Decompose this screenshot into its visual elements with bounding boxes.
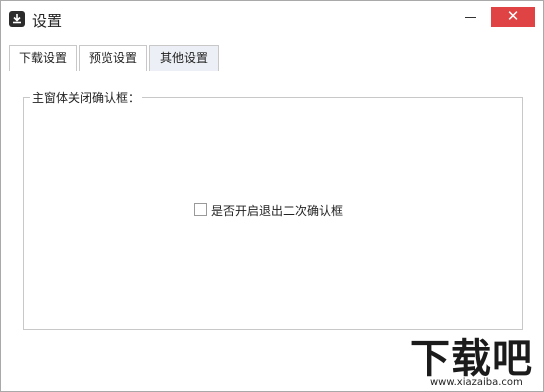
- title-bar: 设置 ✕: [1, 1, 543, 37]
- watermark-text: 下载吧: [410, 336, 533, 382]
- close-icon: ✕: [506, 8, 520, 25]
- exit-confirm-label[interactable]: 是否开启退出二次确认框: [211, 202, 343, 219]
- tab-preview-settings[interactable]: 预览设置: [79, 45, 147, 71]
- watermark-logo: 下载吧 www.xiazaiba.com: [410, 332, 538, 388]
- window-title: 设置: [32, 13, 63, 30]
- tab-other-settings[interactable]: 其他设置: [149, 45, 219, 71]
- tab-download-settings[interactable]: 下载设置: [9, 45, 77, 71]
- watermark-url: www.xiazaiba.com: [430, 377, 523, 388]
- exit-confirm-checkbox[interactable]: [194, 203, 207, 216]
- app-download-icon: [9, 11, 25, 27]
- groupbox-legend: 主窗体关闭确认框：: [30, 89, 143, 106]
- close-button[interactable]: ✕: [491, 7, 535, 27]
- minimize-button[interactable]: [457, 7, 485, 27]
